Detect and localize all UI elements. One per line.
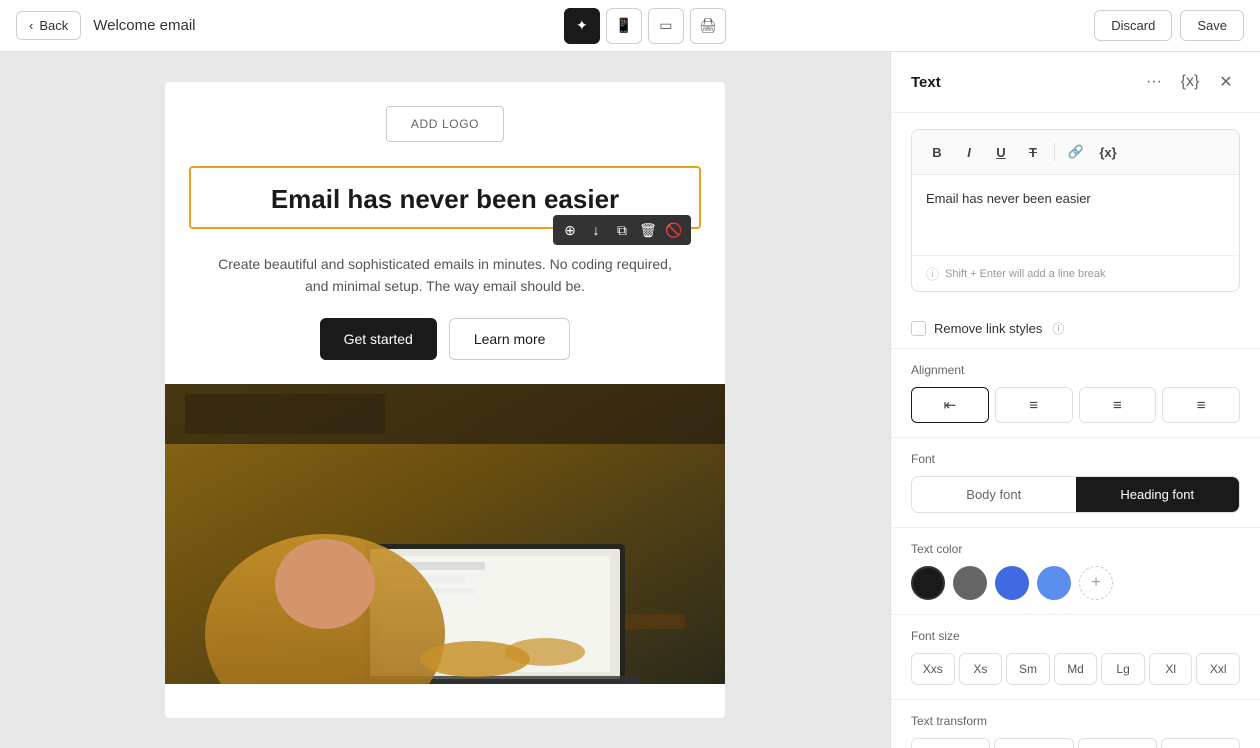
- text-color-label: Text color: [911, 542, 1240, 556]
- email-image: [165, 384, 725, 684]
- variable-inline-button[interactable]: {x}: [1093, 138, 1123, 166]
- alignment-section: Alignment ⇤ ≡ ≡ ≡: [891, 349, 1260, 438]
- font-size-lg[interactable]: Lg: [1101, 653, 1145, 685]
- topbar: ‹ Back Welcome email ✦ 📱 ▭ 🖨 Discard Sav…: [0, 0, 1260, 52]
- color-swatch-gray[interactable]: [953, 566, 987, 600]
- body-font-button[interactable]: Body font: [912, 477, 1076, 512]
- align-justify-button[interactable]: ≡: [1079, 387, 1157, 423]
- font-size-xl[interactable]: Xl: [1149, 653, 1193, 685]
- logo-section: ADD LOGO: [165, 82, 725, 166]
- text-transform-buttons: ⊘ AA aa Aa: [911, 738, 1240, 748]
- font-size-buttons: Xxs Xs Sm Md Lg Xl Xxl: [911, 653, 1240, 685]
- bold-button[interactable]: B: [922, 138, 952, 166]
- back-button[interactable]: ‹ Back: [16, 11, 81, 40]
- email-container: ADD LOGO Email has never been easier ⊕ ↓…: [165, 82, 725, 718]
- delete-icon[interactable]: 🗑: [637, 219, 659, 241]
- font-size-label: Font size: [911, 629, 1240, 643]
- panel-header: Text ··· {x} ✕: [891, 52, 1260, 113]
- transform-none-button[interactable]: ⊘: [911, 738, 990, 748]
- right-panel: Text ··· {x} ✕ B I U T 🔗 {x} Email has n…: [890, 52, 1260, 748]
- topbar-left: ‹ Back Welcome email: [16, 11, 196, 40]
- link-button[interactable]: 🔗: [1061, 138, 1091, 166]
- tablet-view-button[interactable]: ▭: [648, 8, 684, 44]
- font-toggle: Body font Heading font: [911, 476, 1240, 513]
- mobile-view-button[interactable]: 📱: [606, 8, 642, 44]
- laptop-illustration: [165, 384, 725, 684]
- add-logo-button[interactable]: ADD LOGO: [386, 106, 504, 142]
- editor-hint-text: Shift + Enter will add a line break: [945, 268, 1106, 280]
- learn-more-button[interactable]: Learn more: [449, 318, 571, 360]
- italic-button[interactable]: I: [954, 138, 984, 166]
- remove-link-info-icon[interactable]: ⓘ: [1050, 320, 1066, 336]
- more-options-button[interactable]: ···: [1140, 68, 1168, 96]
- editor-toolbar: B I U T 🔗 {x}: [912, 130, 1239, 175]
- font-size-section: Font size Xxs Xs Sm Md Lg Xl Xxl: [891, 615, 1260, 700]
- subtext-block: Create beautiful and sophisticated email…: [165, 245, 725, 318]
- add-block-icon[interactable]: ⊕: [559, 219, 581, 241]
- main-layout: ADD LOGO Email has never been easier ⊕ ↓…: [0, 52, 1260, 748]
- cta-buttons: Get started Learn more: [165, 318, 725, 384]
- canvas-area: ADD LOGO Email has never been easier ⊕ ↓…: [0, 52, 890, 748]
- back-chevron-icon: ‹: [29, 18, 33, 33]
- variables-button[interactable]: {x}: [1176, 68, 1204, 96]
- color-swatch-lightblue[interactable]: [1037, 566, 1071, 600]
- align-left-button[interactable]: ⇤: [911, 387, 989, 423]
- close-panel-button[interactable]: ✕: [1212, 68, 1240, 96]
- toolbar-divider: [1054, 143, 1055, 161]
- editor-hint: ⓘ Shift + Enter will add a line break: [912, 255, 1239, 291]
- move-down-icon[interactable]: ↓: [585, 219, 607, 241]
- page-title: Welcome email: [93, 17, 195, 34]
- alignment-label: Alignment: [911, 363, 1240, 377]
- panel-title: Text: [911, 74, 941, 91]
- topbar-right: Discard Save: [1094, 10, 1244, 41]
- editor-content[interactable]: Email has never been easier: [912, 175, 1239, 255]
- transform-uppercase-button[interactable]: AA: [994, 738, 1073, 748]
- device-toolbar: ✦ 📱 ▭ 🖨: [564, 8, 726, 44]
- text-editor: B I U T 🔗 {x} Email has never been easie…: [911, 129, 1240, 292]
- transform-capitalize-button[interactable]: Aa: [1161, 738, 1240, 748]
- font-size-xxs[interactable]: Xxs: [911, 653, 955, 685]
- info-icon: ⓘ: [926, 264, 939, 283]
- color-swatch-blue[interactable]: [995, 566, 1029, 600]
- color-swatches: +: [911, 566, 1240, 600]
- hide-icon[interactable]: 🚫: [663, 219, 685, 241]
- transform-lowercase-button[interactable]: aa: [1078, 738, 1157, 748]
- get-started-button[interactable]: Get started: [320, 318, 437, 360]
- font-size-md[interactable]: Md: [1054, 653, 1098, 685]
- desktop-view-button[interactable]: ✦: [564, 8, 600, 44]
- strikethrough-button[interactable]: T: [1018, 138, 1048, 166]
- underline-button[interactable]: U: [986, 138, 1016, 166]
- panel-header-icons: ··· {x} ✕: [1140, 68, 1240, 96]
- heading-block[interactable]: Email has never been easier ⊕ ↓ ⧉ 🗑 🚫: [189, 166, 701, 229]
- align-right-button[interactable]: ≡: [1162, 387, 1240, 423]
- font-size-xxl[interactable]: Xxl: [1196, 653, 1240, 685]
- font-size-xs[interactable]: Xs: [959, 653, 1003, 685]
- editor-text: Email has never been easier: [926, 191, 1091, 206]
- discard-button[interactable]: Discard: [1094, 10, 1172, 41]
- text-color-section: Text color +: [891, 528, 1260, 615]
- back-label: Back: [39, 18, 68, 33]
- font-size-sm[interactable]: Sm: [1006, 653, 1050, 685]
- align-center-button[interactable]: ≡: [995, 387, 1073, 423]
- remove-link-row: Remove link styles ⓘ: [891, 308, 1260, 349]
- heading-font-button[interactable]: Heading font: [1076, 477, 1240, 512]
- font-label: Font: [911, 452, 1240, 466]
- block-toolbar: ⊕ ↓ ⧉ 🗑 🚫: [553, 215, 691, 245]
- duplicate-icon[interactable]: ⧉: [611, 219, 633, 241]
- save-button[interactable]: Save: [1180, 10, 1244, 41]
- font-section: Font Body font Heading font: [891, 438, 1260, 528]
- text-transform-label: Text transform: [911, 714, 1240, 728]
- add-color-button[interactable]: +: [1079, 566, 1113, 600]
- alignment-buttons: ⇤ ≡ ≡ ≡: [911, 387, 1240, 423]
- remove-link-checkbox[interactable]: [911, 321, 926, 336]
- text-transform-section: Text transform ⊘ AA aa Aa: [891, 700, 1260, 748]
- remove-link-label: Remove link styles: [934, 321, 1042, 336]
- color-swatch-black[interactable]: [911, 566, 945, 600]
- print-view-button[interactable]: 🖨: [690, 8, 726, 44]
